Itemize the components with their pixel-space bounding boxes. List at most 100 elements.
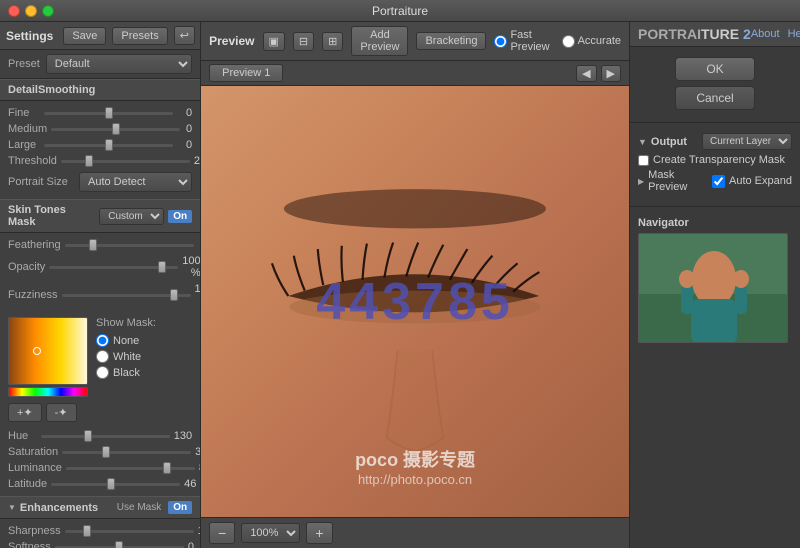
fast-preview-radio[interactable] <box>494 35 507 48</box>
left-panel: Settings Save Presets ↩ ↪ Preset Default… <box>0 22 201 548</box>
latitude-slider[interactable] <box>51 483 180 486</box>
color-swatch[interactable] <box>8 317 88 397</box>
skin-mask-on-badge[interactable]: On <box>168 210 192 223</box>
saturation-slider[interactable] <box>62 451 191 454</box>
window-controls[interactable] <box>8 5 54 17</box>
single-view-button[interactable]: ▣ <box>263 32 285 51</box>
sharpness-slider[interactable] <box>65 530 194 533</box>
accurate-label: Accurate <box>578 35 621 47</box>
window-title: Portraiture <box>372 4 428 18</box>
minimize-button[interactable] <box>25 5 37 17</box>
add-preview-button[interactable]: Add Preview <box>351 26 408 56</box>
eyedropper-add-button[interactable]: +✦ <box>8 403 42 422</box>
presets-button[interactable]: Presets <box>112 27 167 45</box>
hue-label: Hue <box>8 430 37 442</box>
medium-slider-row: Medium 0 <box>0 121 200 137</box>
right-divider <box>630 122 800 123</box>
enhancements-on-badge[interactable]: On <box>168 501 192 514</box>
sharpness-label: Sharpness <box>8 525 61 537</box>
portrait-size-select[interactable]: Auto Detect <box>79 172 192 192</box>
center-panel: Preview ▣ ⊟ ⊞ Add Preview Bracketing Fas… <box>201 22 630 548</box>
bracketing-button[interactable]: Bracketing <box>416 32 486 50</box>
create-transparency-checkbox[interactable] <box>638 155 649 166</box>
navigator-label: Navigator <box>638 217 792 229</box>
fine-label: Fine <box>8 107 40 119</box>
mask-black-option[interactable]: Black <box>96 366 156 379</box>
hue-value: 130 <box>174 430 192 442</box>
skin-tones-mask-header: Skin Tones Mask Custom On <box>0 199 200 233</box>
license-number: 443785 <box>316 272 514 332</box>
softness-slider-row: Softness 0 <box>0 539 200 548</box>
preview-tab-1[interactable]: Preview 1 <box>209 64 283 82</box>
hue-slider-row: Hue 130 <box>0 428 200 444</box>
zoom-select[interactable]: 100% 50% 200% <box>241 523 300 543</box>
fast-preview-option[interactable]: Fast Preview <box>494 29 549 53</box>
fine-value: 0 <box>177 107 192 119</box>
navigator-thumbnail[interactable] <box>638 233 788 343</box>
mask-none-radio[interactable] <box>96 334 109 347</box>
watermark: poco 摄影专题 http://photo.poco.cn <box>355 446 475 487</box>
detail-smoothing-sliders: Fine 0 Medium 0 Large 0 Threshold 20 Por… <box>0 101 200 199</box>
preview-navigation: ◀ ▶ <box>576 65 621 82</box>
latitude-slider-row: Latitude 46 <box>0 476 200 492</box>
luminance-slider[interactable] <box>66 467 195 470</box>
mask-none-option[interactable]: None <box>96 334 156 347</box>
multi-view-button[interactable]: ⊞ <box>322 32 343 51</box>
mask-style-select[interactable]: Custom <box>99 208 164 225</box>
threshold-value: 20 <box>194 155 201 167</box>
feathering-slider[interactable] <box>65 244 194 247</box>
mask-white-option[interactable]: White <box>96 350 156 363</box>
luminance-label: Luminance <box>8 462 62 474</box>
large-slider[interactable] <box>44 144 173 147</box>
portraiture-header: PORTRAITURE 2 About Help <box>630 22 800 47</box>
portrait-size-label: Portrait Size <box>8 176 73 188</box>
mask-preview-icon[interactable]: ▶ <box>638 177 644 186</box>
eyedropper-remove-button[interactable]: -✦ <box>46 403 77 422</box>
accurate-radio[interactable] <box>562 35 575 48</box>
accurate-option[interactable]: Accurate <box>562 35 621 48</box>
zoom-out-button[interactable]: − <box>209 522 235 544</box>
close-button[interactable] <box>8 5 20 17</box>
enhancements-collapse-icon[interactable]: ▼ <box>8 503 16 512</box>
auto-expand-checkbox[interactable] <box>712 175 725 188</box>
split-view-button[interactable]: ⊟ <box>293 32 314 51</box>
large-label: Large <box>8 139 40 151</box>
eyedropper-row: +✦ -✦ <box>0 401 200 424</box>
threshold-slider-row: Threshold 20 <box>0 153 200 169</box>
next-button[interactable]: ▶ <box>601 65 621 82</box>
prev-button[interactable]: ◀ <box>576 65 596 82</box>
help-link[interactable]: Help <box>788 28 800 40</box>
opacity-value: 100 % <box>182 255 200 279</box>
threshold-slider[interactable] <box>61 160 190 163</box>
use-mask-label: Use Mask <box>117 502 161 513</box>
undo-button[interactable]: ↩ <box>174 26 195 45</box>
skin-sliders: Feathering Opacity 100 % Fuzziness 100 % <box>0 233 200 313</box>
large-value: 0 <box>177 139 192 151</box>
about-link[interactable]: About <box>751 28 780 40</box>
feathering-slider-row: Feathering <box>0 237 200 253</box>
sharpness-slider-row: Sharpness 15 <box>0 523 200 539</box>
hue-slider[interactable] <box>41 435 170 438</box>
preset-select[interactable]: Default <box>46 54 192 74</box>
output-layer-select[interactable]: Current Layer <box>702 133 792 150</box>
zoom-in-button[interactable]: + <box>306 522 332 544</box>
output-collapse-icon[interactable]: ▼ <box>638 137 647 147</box>
output-section: ▼ Output Current Layer Create Transparen… <box>630 129 800 200</box>
preset-row: Preset Default <box>0 50 200 79</box>
mask-white-radio[interactable] <box>96 350 109 363</box>
mask-black-radio[interactable] <box>96 366 109 379</box>
fine-slider[interactable] <box>44 112 173 115</box>
preview-mode-group: Fast Preview Accurate <box>494 29 621 53</box>
maximize-button[interactable] <box>42 5 54 17</box>
save-button[interactable]: Save <box>63 27 106 45</box>
medium-slider[interactable] <box>51 128 180 131</box>
softness-value: 0 <box>188 541 194 548</box>
opacity-slider[interactable] <box>49 266 178 269</box>
color-gradient[interactable] <box>8 317 88 385</box>
ok-button[interactable]: OK <box>675 57 755 81</box>
cancel-button[interactable]: Cancel <box>675 86 755 110</box>
color-hue-bar[interactable] <box>8 387 88 397</box>
create-transparency-label: Create Transparency Mask <box>653 154 785 166</box>
fuzziness-slider[interactable] <box>62 294 191 297</box>
preview-label: Preview <box>209 34 254 48</box>
